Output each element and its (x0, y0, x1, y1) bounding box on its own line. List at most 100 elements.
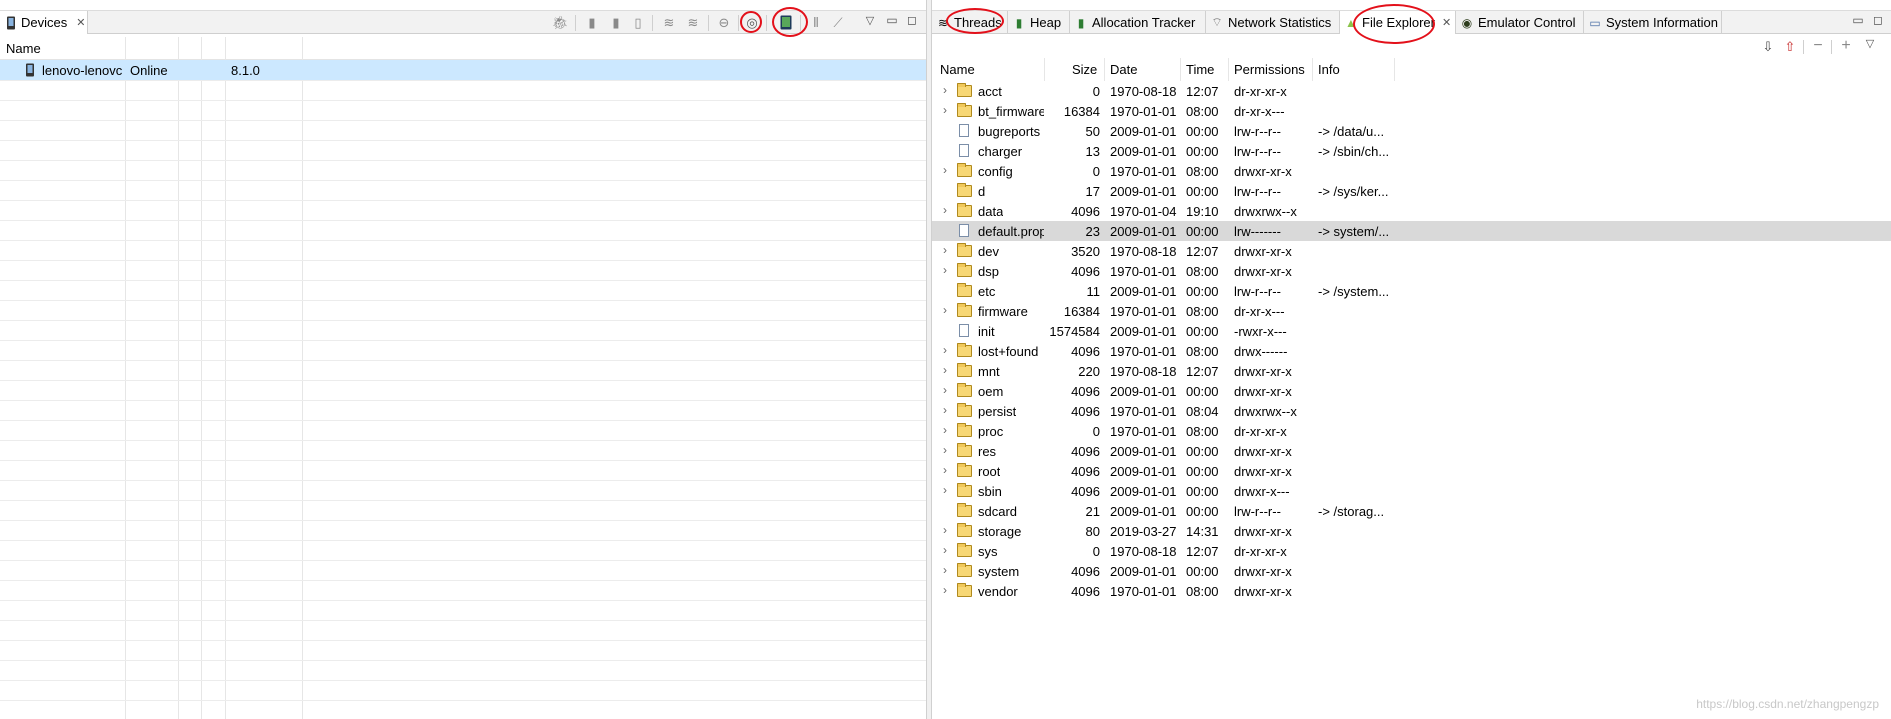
file-row[interactable]: › mnt 220 1970-08-18 12:07 drwxr-xr-x (932, 361, 1891, 381)
file-name: charger (978, 144, 1023, 159)
expand-chevron-icon[interactable]: › (943, 103, 947, 117)
file-size: 0 (1092, 84, 1100, 99)
device-row[interactable]: lenovo-lenovc Online 8.1.0 (0, 60, 926, 80)
file-row[interactable]: › firmware 16384 1970-01-01 08:00 dr-xr-x--- (932, 301, 1891, 321)
cause-gc-icon[interactable]: ▯ (630, 14, 646, 30)
column-header-time[interactable]: Time (1186, 62, 1214, 77)
expand-chevron-icon[interactable]: › (943, 203, 947, 217)
file-row[interactable]: › acct 0 1970-08-18 12:07 dr-xr-xr-x (932, 81, 1891, 101)
opengl-trace-icon[interactable]: ⟋ (830, 14, 846, 30)
file-row[interactable]: › system 4096 2009-01-01 00:00 drwxr-xr-x (932, 561, 1891, 581)
dump-hprof-icon[interactable]: ▮ (608, 14, 624, 30)
delete-icon[interactable]: − (1810, 38, 1826, 54)
expand-chevron-icon[interactable]: › (943, 563, 947, 577)
maximize-icon[interactable]: ◻ (1870, 12, 1886, 28)
debug-icon[interactable]: 🐞︎ (552, 14, 569, 30)
file-row[interactable]: › persist 4096 1970-01-01 08:04 drwxrwx--x (932, 401, 1891, 421)
expand-chevron-icon[interactable]: › (943, 443, 947, 457)
column-header-size[interactable]: Size (1072, 62, 1097, 77)
phone-icon (26, 63, 34, 77)
close-icon[interactable]: ✕ (76, 16, 85, 29)
expand-chevron-icon[interactable]: › (943, 363, 947, 377)
file-row[interactable]: › dsp 4096 1970-01-01 08:00 drwxr-xr-x (932, 261, 1891, 281)
sysinfo-icon: ▭ (1589, 15, 1601, 30)
screen-capture-icon[interactable] (778, 14, 794, 30)
push-file-icon[interactable]: ⇧ (1782, 38, 1798, 54)
tab-heap[interactable]: ▮ Heap (1008, 11, 1070, 34)
file-row[interactable]: › root 4096 2009-01-01 00:00 drwxr-xr-x (932, 461, 1891, 481)
file-row[interactable]: › data 4096 1970-01-04 19:10 drwxrwx--x (932, 201, 1891, 221)
column-header-name[interactable]: Name (940, 62, 975, 77)
tab-threads[interactable]: ≋ Threads (932, 11, 1008, 34)
expand-chevron-icon[interactable]: › (943, 423, 947, 437)
column-header-date[interactable]: Date (1110, 62, 1137, 77)
file-row[interactable]: › bt_firmware 16384 1970-01-01 08:00 dr-xr-x-… (932, 101, 1891, 121)
expand-chevron-icon[interactable]: › (943, 583, 947, 597)
method-profiling-icon[interactable]: ◎ (744, 14, 760, 30)
view-menu-icon[interactable]: ▽ (862, 13, 878, 29)
file-row[interactable]: › storage 80 2019-03-27 14:31 drwxr-xr-x (932, 521, 1891, 541)
folder-icon (957, 103, 972, 117)
file-row[interactable]: › lost+found 4096 1970-01-01 08:00 drwx------ (932, 341, 1891, 361)
tab-network-statistics[interactable]: ⌔ Network Statistics (1206, 11, 1340, 34)
tab-devices[interactable]: Devices ✕ (0, 11, 88, 34)
expand-chevron-icon[interactable]: › (943, 83, 947, 97)
file-row[interactable]: init 1574584 2009-01-01 00:00 -rwxr-x--- (932, 321, 1891, 341)
file-permissions: lrw-r--r-- (1234, 504, 1281, 519)
maximize-icon[interactable]: ◻ (904, 12, 920, 28)
update-heap-icon[interactable]: ▮ (584, 14, 600, 30)
minimize-icon[interactable]: ▭ (884, 12, 900, 28)
expand-chevron-icon[interactable]: › (943, 343, 947, 357)
row-gridline (0, 240, 926, 241)
expand-chevron-icon[interactable]: › (943, 263, 947, 277)
tab-system-information[interactable]: ▭ System Information (1584, 11, 1722, 34)
stop-process-icon[interactable]: ⊖ (716, 14, 732, 30)
column-header-permissions[interactable]: Permissions (1234, 62, 1305, 77)
column-divider (1228, 58, 1229, 81)
close-icon[interactable]: ✕ (1442, 16, 1451, 29)
file-permissions: lrw-r--r-- (1234, 144, 1281, 159)
file-row[interactable]: › sys 0 1970-08-18 12:07 dr-xr-xr-x (932, 541, 1891, 561)
tab-allocation-tracker[interactable]: ▮ Allocation Tracker (1070, 11, 1206, 34)
new-folder-icon[interactable]: + (1838, 38, 1854, 54)
expand-chevron-icon[interactable]: › (943, 463, 947, 477)
file-row[interactable]: › dev 3520 1970-08-18 12:07 drwxr-xr-x (932, 241, 1891, 261)
file-row[interactable]: › oem 4096 2009-01-01 00:00 drwxr-xr-x (932, 381, 1891, 401)
expand-chevron-icon[interactable]: › (943, 483, 947, 497)
column-header-name[interactable]: Name (6, 41, 41, 56)
expand-chevron-icon[interactable]: › (943, 383, 947, 397)
file-row[interactable]: bugreports 50 2009-01-01 00:00 lrw-r--r-- -> … (932, 121, 1891, 141)
minimize-icon[interactable]: ▭ (1850, 12, 1866, 28)
row-gridline (0, 680, 926, 681)
file-size: 80 (1085, 524, 1100, 539)
file-row[interactable]: › proc 0 1970-01-01 08:00 dr-xr-xr-x (932, 421, 1891, 441)
file-row[interactable]: default.prop 23 2009-01-01 00:00 lrw------- -… (932, 221, 1891, 241)
file-info: -> /sbin/ch... (1318, 144, 1390, 159)
file-row[interactable]: › res 4096 2009-01-01 00:00 drwxr-xr-x (932, 441, 1891, 461)
view-menu-icon[interactable]: ▽ (1862, 36, 1878, 52)
file-row[interactable]: › sbin 4096 2009-01-01 00:00 drwxr-x--- (932, 481, 1891, 501)
file-date: 2009-01-01 (1110, 384, 1177, 399)
expand-chevron-icon[interactable]: › (943, 243, 947, 257)
folder-icon (957, 443, 972, 457)
file-name: oem (978, 384, 1004, 399)
pull-file-icon[interactable]: ⇩ (1760, 38, 1776, 54)
tab-emulator-control[interactable]: ◉ Emulator Control (1456, 11, 1584, 34)
expand-chevron-icon[interactable]: › (943, 523, 947, 537)
file-row[interactable]: sdcard 21 2009-01-01 00:00 lrw-r--r-- -> /sto… (932, 501, 1891, 521)
file-row[interactable]: charger 13 2009-01-01 00:00 lrw-r--r-- -> /sb… (932, 141, 1891, 161)
expand-chevron-icon[interactable]: › (943, 163, 947, 177)
expand-chevron-icon[interactable]: › (943, 403, 947, 417)
expand-chevron-icon[interactable]: › (943, 303, 947, 317)
threads-icon[interactable]: ≋ (685, 14, 701, 30)
column-header-info[interactable]: Info (1318, 62, 1340, 77)
systrace-icon[interactable]: ⫴ (808, 14, 824, 30)
file-row[interactable]: etc 11 2009-01-01 00:00 lrw-r--r-- -> /system… (932, 281, 1891, 301)
tab-file-explorer[interactable]: ▲ File Explorer ✕ (1340, 11, 1456, 34)
file-row[interactable]: d 17 2009-01-01 00:00 lrw-r--r-- -> /sys/ker.… (932, 181, 1891, 201)
file-permissions: drwxr-xr-x (1234, 244, 1292, 259)
file-row[interactable]: › vendor 4096 1970-01-01 08:00 drwxr-xr-x (932, 581, 1891, 601)
update-threads-icon[interactable]: ≋ (661, 14, 677, 30)
expand-chevron-icon[interactable]: › (943, 543, 947, 557)
file-row[interactable]: › config 0 1970-01-01 08:00 drwxr-xr-x (932, 161, 1891, 181)
